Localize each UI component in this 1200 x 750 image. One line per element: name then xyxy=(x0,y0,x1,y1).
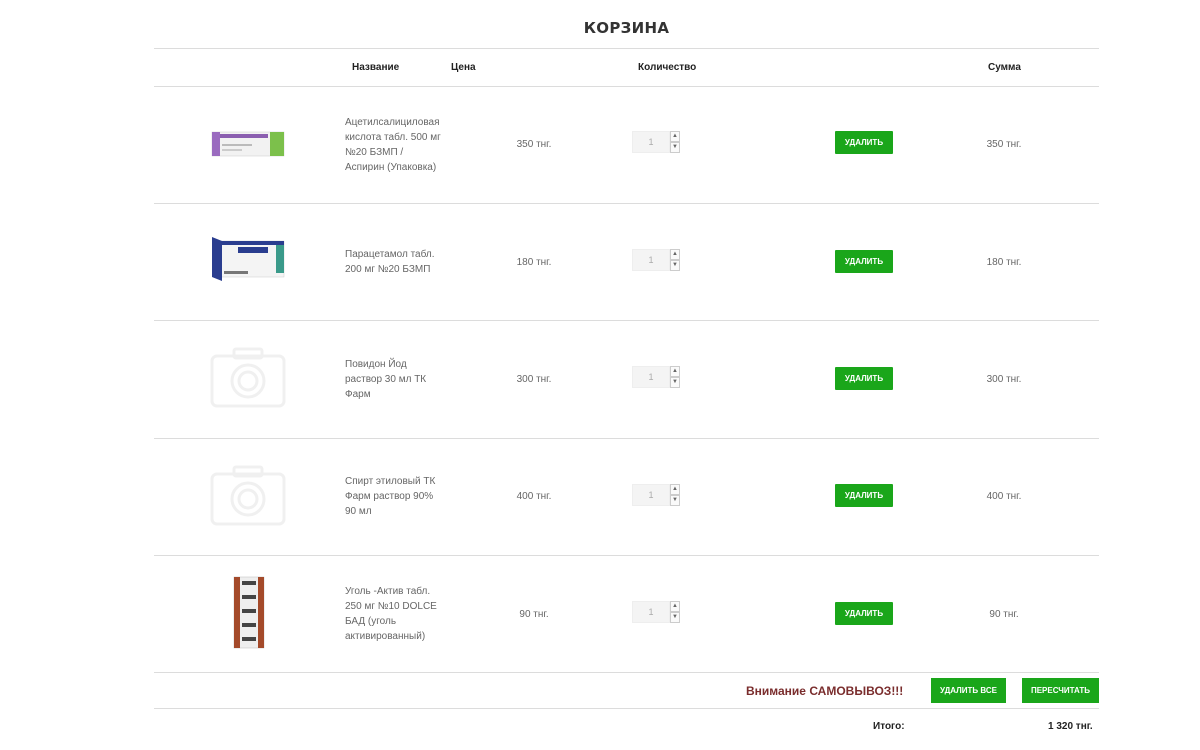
product-name[interactable]: Уголь -Актив табл. 250 мг №10 DOLCE БАД … xyxy=(345,584,445,644)
delete-button[interactable]: УДАЛИТЬ xyxy=(835,602,893,625)
decrement-icon[interactable]: ▼ xyxy=(670,377,680,388)
product-price: 90 тнг. xyxy=(519,609,549,620)
product-name[interactable]: Спирт этиловый ТК Фарм раствор 90% 90 мл xyxy=(345,474,445,519)
quantity-input[interactable]: 1 xyxy=(632,131,670,153)
pickup-notice: Внимание САМОВЫВОЗ!!! xyxy=(746,684,904,698)
product-sum: 180 тнг. xyxy=(986,257,1022,268)
decrement-icon[interactable]: ▼ xyxy=(670,260,680,271)
product-sum: 300 тнг. xyxy=(986,374,1022,385)
quantity-stepper[interactable]: 1 ▲ ▼ xyxy=(632,484,680,506)
cart-row: Ацетилсалициловая кислота табл. 500 мг №… xyxy=(154,86,1099,203)
increment-icon[interactable]: ▲ xyxy=(670,484,680,495)
product-price: 180 тнг. xyxy=(516,257,552,268)
decrement-icon[interactable]: ▼ xyxy=(670,495,680,506)
product-name[interactable]: Парацетамол табл. 200 мг №20 БЗМП xyxy=(345,247,445,277)
delete-button[interactable]: УДАЛИТЬ xyxy=(835,131,893,154)
quantity-stepper[interactable]: 1 ▲ ▼ xyxy=(632,366,680,388)
delete-button[interactable]: УДАЛИТЬ xyxy=(835,367,893,390)
total-value: 1 320 тнг. xyxy=(1048,721,1093,732)
column-header-price: Цена xyxy=(451,62,476,73)
camera-placeholder-icon[interactable] xyxy=(210,346,286,408)
product-price: 350 тнг. xyxy=(516,139,552,150)
quantity-input[interactable]: 1 xyxy=(632,484,670,506)
delete-button[interactable]: УДАЛИТЬ xyxy=(835,484,893,507)
column-header-sum: Сумма xyxy=(988,62,1021,73)
column-header-quantity: Количество xyxy=(638,62,697,73)
paracetamol-box-image[interactable] xyxy=(210,235,286,285)
quantity-input[interactable]: 1 xyxy=(632,366,670,388)
product-sum: 400 тнг. xyxy=(986,491,1022,502)
product-name[interactable]: Повидон Йод раствор 30 мл ТК Фарм xyxy=(345,357,445,402)
total-label: Итого: xyxy=(873,721,905,732)
product-name[interactable]: Ацетилсалициловая кислота табл. 500 мг №… xyxy=(345,115,445,175)
page-title: КОРЗИНА xyxy=(583,19,670,37)
quantity-stepper[interactable]: 1 ▲ ▼ xyxy=(632,131,680,153)
recalculate-button[interactable]: ПЕРЕСЧИТАТЬ xyxy=(1022,678,1099,703)
increment-icon[interactable]: ▲ xyxy=(670,366,680,377)
quantity-input[interactable]: 1 xyxy=(632,601,670,623)
delete-button[interactable]: УДАЛИТЬ xyxy=(835,250,893,273)
charcoal-blister-image[interactable] xyxy=(232,575,266,650)
cart-row: Парацетамол табл. 200 мг №20 БЗМП 180 тн… xyxy=(154,203,1099,320)
cart-row: Повидон Йод раствор 30 мл ТК Фарм 300 тн… xyxy=(154,320,1099,437)
product-price: 300 тнг. xyxy=(516,374,552,385)
cart-row: Спирт этиловый ТК Фарм раствор 90% 90 мл… xyxy=(154,438,1099,555)
column-header-name: Название xyxy=(352,62,400,73)
product-sum: 350 тнг. xyxy=(986,139,1022,150)
footer-divider xyxy=(154,708,1099,709)
aspirin-box-image[interactable] xyxy=(210,124,286,164)
increment-icon[interactable]: ▲ xyxy=(670,249,680,260)
camera-placeholder-icon[interactable] xyxy=(210,464,286,526)
product-price: 400 тнг. xyxy=(516,491,552,502)
increment-icon[interactable]: ▲ xyxy=(670,131,680,142)
product-sum: 90 тнг. xyxy=(989,609,1019,620)
quantity-input[interactable]: 1 xyxy=(632,249,670,271)
delete-all-button[interactable]: УДАЛИТЬ ВСЕ xyxy=(931,678,1006,703)
decrement-icon[interactable]: ▼ xyxy=(670,612,680,623)
header-top-divider xyxy=(154,48,1099,49)
quantity-stepper[interactable]: 1 ▲ ▼ xyxy=(632,249,680,271)
row-divider xyxy=(154,672,1099,673)
quantity-stepper[interactable]: 1 ▲ ▼ xyxy=(632,601,680,623)
cart-row: Уголь -Актив табл. 250 мг №10 DOLCE БАД … xyxy=(154,555,1099,672)
decrement-icon[interactable]: ▼ xyxy=(670,142,680,153)
increment-icon[interactable]: ▲ xyxy=(670,601,680,612)
